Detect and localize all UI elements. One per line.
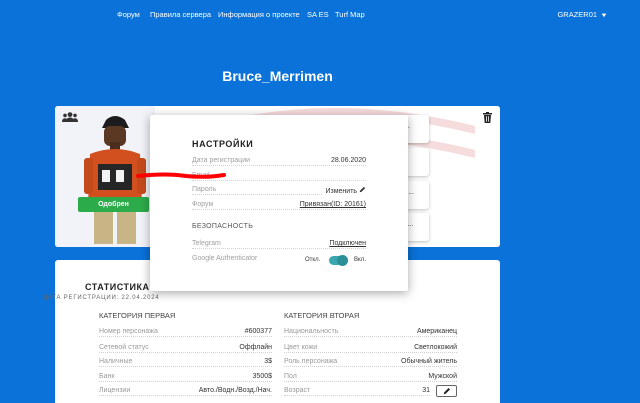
settings-row-telegram: Telegram Подключен [192, 240, 366, 250]
toggle-on-label: Вкл. [354, 257, 366, 263]
settings-row-google-auth: Google Authenticator [192, 255, 322, 265]
top-navigation: Форум Правила сервера Информация о проек… [0, 0, 640, 30]
security-title: БЕЗОПАСНОСТЬ [192, 223, 254, 230]
stat-label: Наличные [99, 358, 135, 365]
edit-age-button[interactable] [436, 385, 457, 397]
stat-value: Мужской [426, 373, 457, 380]
google-auth-toggle[interactable] [329, 255, 348, 266]
stat-row: Возраст 31 [284, 387, 430, 397]
chevron-down-icon: ▼ [600, 13, 608, 19]
settings-row-password: Пароль Изменить [192, 186, 366, 196]
settings-label: Форум [192, 201, 216, 208]
nav-link-turf-map[interactable]: Turf Map [335, 10, 365, 19]
stat-value: 3500$ [250, 373, 272, 380]
settings-label: Пароль [192, 186, 219, 193]
stat-row: Номер персонажа #600377 [99, 328, 272, 338]
trash-icon[interactable] [483, 112, 492, 123]
settings-row-registration: Дата регистрации 28.06.2020 [192, 157, 366, 167]
stat-row: Национальность Американец [284, 328, 457, 338]
settings-label: Telegram [192, 240, 223, 247]
settings-row-forum: Форум Привязан(ID: 20161) [192, 201, 366, 211]
user-menu[interactable]: GRAZER01 ▼ [557, 10, 607, 19]
forum-link[interactable]: Привязан(ID: 20161) [297, 201, 366, 208]
stat-label: Возраст [284, 387, 313, 394]
stat-label: Сетевой статус [99, 344, 151, 351]
nav-link-sa-es[interactable]: SA ES [307, 10, 329, 19]
stat-value: Светлокожий [412, 344, 457, 351]
stat-label: Цвет кожи [284, 344, 320, 351]
settings-popup: НАСТРОЙКИ Дата регистрации 28.06.2020 Ema… [150, 115, 408, 291]
pencil-icon [359, 186, 366, 193]
nav-link-project-info[interactable]: Информация о проекте [218, 10, 300, 19]
stat-row: Сетевой статус Оффлайн [99, 344, 272, 354]
stat-label: Лицензии [99, 387, 133, 394]
change-password-link[interactable]: Изменить [323, 186, 366, 195]
stat-value: Американец [414, 328, 457, 335]
stat-value: Обычный житель [399, 358, 457, 365]
stat-label: Роль персонажа [284, 358, 340, 365]
username: GRAZER01 [557, 10, 598, 19]
stat-label: Национальность [284, 328, 341, 335]
settings-title: НАСТРОЙКИ [192, 139, 254, 149]
settings-label: Google Authenticator [192, 255, 260, 262]
category-second-title: КАТЕГОРИЯ ВТОРАЯ [284, 311, 360, 320]
stat-value: 31 [420, 387, 430, 394]
toggle-off-label: Откл. [305, 257, 321, 263]
settings-value: 28.06.2020 [328, 157, 366, 164]
statistics-title: СТАТИСТИКА [85, 282, 150, 292]
category-first-title: КАТЕГОРИЯ ПЕРВАЯ [99, 311, 176, 320]
stat-value: Авто./Водн./Возд./Нач. [196, 387, 272, 394]
stat-row: Лицензии Авто./Водн./Возд./Нач. [99, 387, 272, 397]
status-badge: Одобрен [78, 197, 149, 212]
stat-value: Оффлайн [237, 344, 272, 351]
page-title: Bruce_Merrimen [222, 68, 333, 84]
stat-label: Номер персонажа [99, 328, 160, 335]
stat-label: Пол [284, 373, 299, 380]
stat-value: #600377 [242, 328, 272, 335]
stat-value: 3$ [262, 358, 272, 365]
group-icon[interactable] [62, 112, 78, 122]
stat-row: Пол Мужской [284, 373, 457, 383]
redaction-mark [136, 172, 226, 179]
stat-row: Наличные 3$ [99, 358, 272, 368]
toggle-knob [337, 255, 348, 266]
change-password-text: Изменить [325, 188, 358, 195]
nav-link-forum[interactable]: Форум [117, 10, 140, 19]
stat-row: Роль персонажа Обычный житель [284, 358, 457, 368]
telegram-link[interactable]: Подключен [327, 240, 366, 247]
stat-row: Цвет кожи Светлокожий [284, 344, 457, 354]
settings-label: Дата регистрации [192, 157, 253, 164]
stat-row: Банк 3500$ [99, 373, 272, 383]
stat-label: Банк [99, 373, 117, 380]
nav-link-rules[interactable]: Правила сервера [150, 10, 211, 19]
pencil-icon [443, 387, 451, 395]
registration-date: ДАТА РЕГИСТРАЦИИ: 22.04.2024 [43, 295, 160, 301]
